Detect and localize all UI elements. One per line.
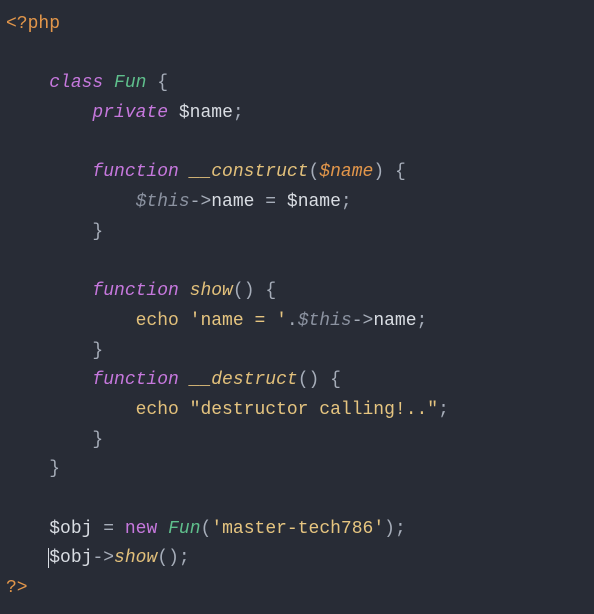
param-name: $name — [319, 162, 373, 182]
variable-this: $this — [298, 311, 352, 331]
semicolon: ; — [233, 103, 244, 123]
paren: ) — [168, 548, 179, 568]
variable-obj: $obj — [49, 519, 92, 539]
arrow-op: -> — [92, 548, 114, 568]
brace: } — [92, 341, 103, 361]
assign-op: = — [265, 192, 276, 212]
semicolon: ; — [395, 519, 406, 539]
class-name: Fun — [114, 73, 146, 93]
semicolon: ; — [417, 311, 428, 331]
arrow-op: -> — [190, 192, 212, 212]
brace: } — [92, 430, 103, 450]
variable-name: $name — [179, 103, 233, 123]
variable-obj: $obj — [49, 548, 92, 568]
paren: ( — [233, 281, 244, 301]
fn-show: show — [190, 281, 233, 301]
fn-construct: __construct — [190, 162, 309, 182]
paren: ( — [157, 548, 168, 568]
class-name: Fun — [168, 519, 200, 539]
php-close-tag: ?> — [6, 578, 28, 598]
keyword-private: private — [92, 103, 168, 123]
brace: { — [395, 162, 406, 182]
keyword-echo: echo — [136, 400, 179, 420]
assign-op: = — [103, 519, 114, 539]
brace: { — [157, 73, 168, 93]
brace: { — [265, 281, 276, 301]
paren: ) — [384, 519, 395, 539]
string-literal: "destructor calling!.." — [190, 400, 438, 420]
paren: ) — [309, 370, 320, 390]
variable-this: $this — [136, 192, 190, 212]
paren: ) — [244, 281, 255, 301]
brace: } — [92, 222, 103, 242]
arrow-op: -> — [352, 311, 374, 331]
variable-name: $name — [287, 192, 341, 212]
keyword-class: class — [49, 73, 103, 93]
semicolon: ; — [179, 548, 190, 568]
paren: ( — [298, 370, 309, 390]
brace: { — [330, 370, 341, 390]
string-literal: 'master-tech786' — [211, 519, 384, 539]
keyword-new: new — [125, 519, 157, 539]
semicolon: ; — [438, 400, 449, 420]
brace: } — [49, 459, 60, 479]
keyword-function: function — [92, 162, 178, 182]
paren: ( — [308, 162, 319, 182]
semicolon: ; — [341, 192, 352, 212]
php-open-tag: <?php — [6, 14, 60, 34]
keyword-function: function — [92, 370, 178, 390]
keyword-echo: echo — [136, 311, 179, 331]
property-name: name — [373, 311, 416, 331]
paren: ) — [373, 162, 384, 182]
fn-destruct: __destruct — [190, 370, 298, 390]
paren: ( — [201, 519, 212, 539]
keyword-function: function — [92, 281, 178, 301]
string-literal: 'name = ' — [190, 311, 287, 331]
fn-show: show — [114, 548, 157, 568]
property-name: name — [211, 192, 254, 212]
code-block: <?php class Fun { private $name; functio… — [0, 0, 594, 614]
concat-op: . — [287, 311, 298, 331]
